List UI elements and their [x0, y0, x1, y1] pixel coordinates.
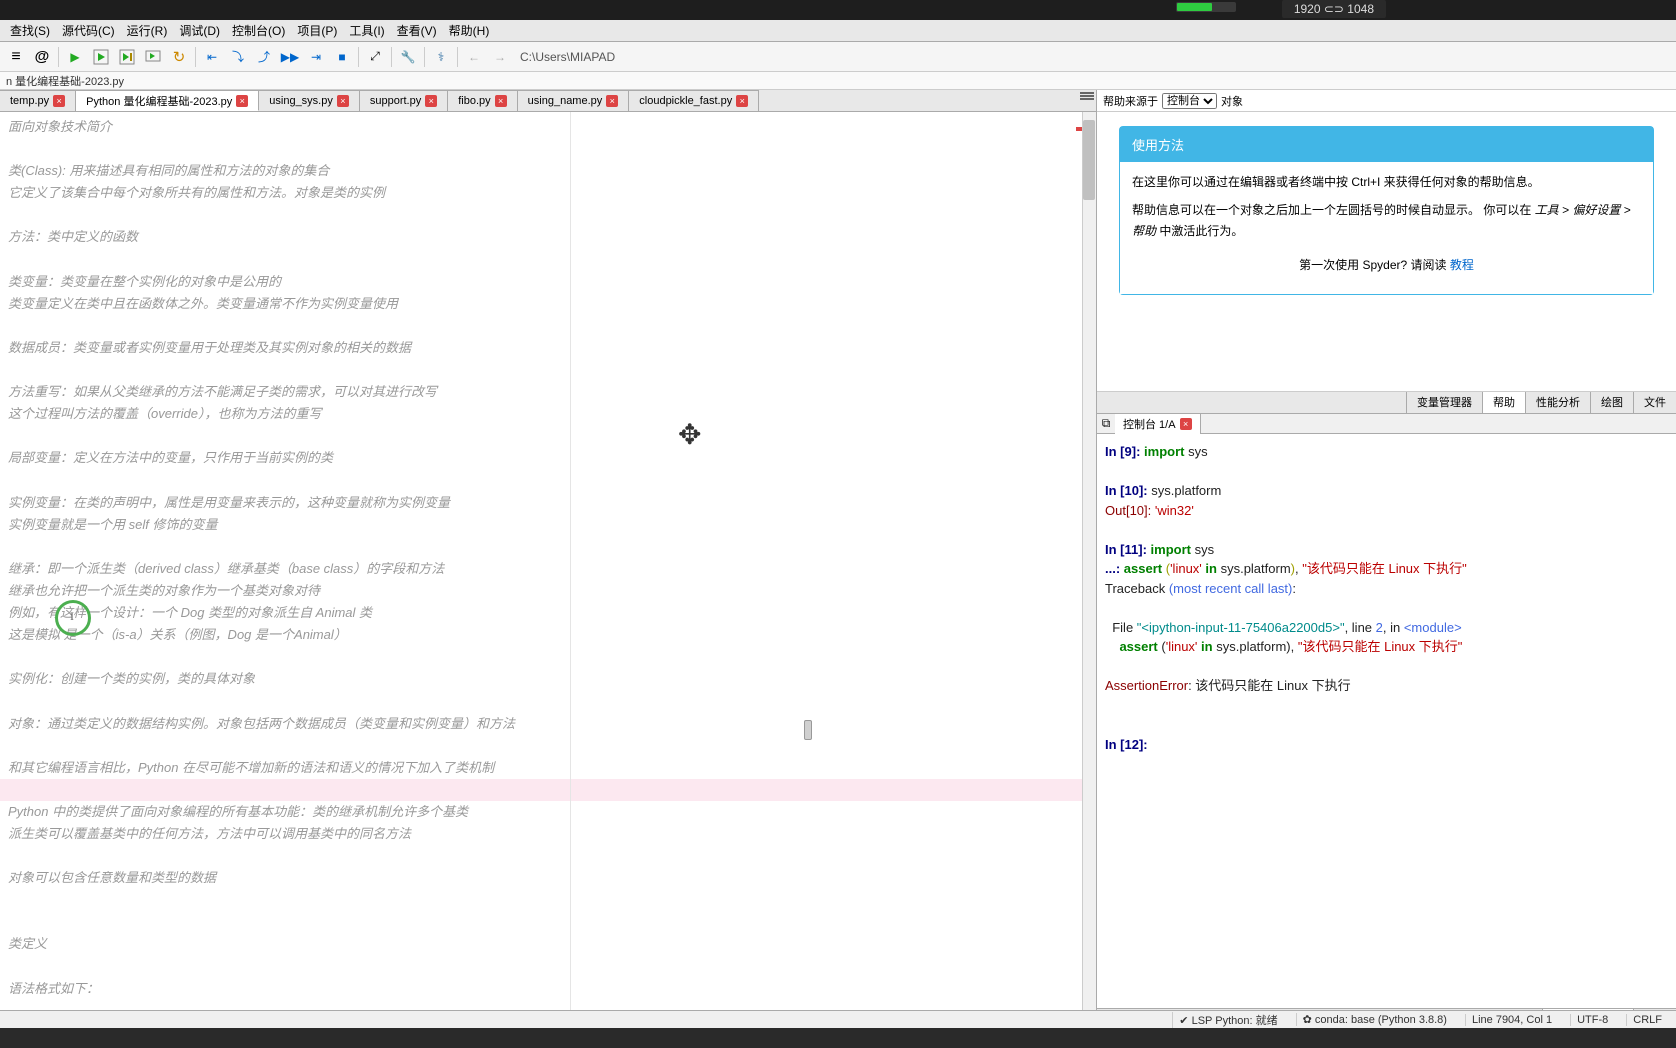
console-tab[interactable]: 控制台 1/A ×	[1115, 414, 1201, 434]
menu-bar: 查找(S)源代码(C)运行(R)调试(D)控制台(O)项目(P)工具(I)查看(…	[0, 20, 1676, 42]
battery-icon	[1176, 2, 1236, 12]
splitter-handle[interactable]	[804, 720, 812, 740]
editor-tab[interactable]: cloudpickle_fast.py×	[629, 90, 759, 111]
debug-step-into-icon[interactable]: ⇤	[200, 45, 224, 69]
forward-icon[interactable]: →	[488, 45, 512, 69]
help-object-label: 对象	[1221, 93, 1243, 109]
tab-close-icon[interactable]: ×	[236, 95, 248, 107]
back-icon[interactable]: ←	[462, 45, 486, 69]
titlebar: 1920 ⊂⊃ 1048	[0, 0, 1676, 20]
editor-tab[interactable]: fibo.py×	[448, 90, 517, 111]
tab-close-icon[interactable]: ×	[53, 95, 65, 107]
run-cell-icon[interactable]	[89, 45, 113, 69]
right-pane-tab[interactable]: 帮助	[1482, 392, 1525, 413]
help-header: 帮助来源于 控制台 对象	[1097, 90, 1676, 112]
tab-close-icon[interactable]: ×	[425, 95, 437, 107]
python-icon[interactable]: ⚕	[429, 45, 453, 69]
help-text-2: 帮助信息可以在一个对象之后加上一个左圆括号的时候自动显示。 你可以在 工具 > …	[1132, 200, 1641, 241]
editor-tab[interactable]: using_sys.py×	[259, 90, 360, 111]
debug-step-out-icon[interactable]: ⤴	[252, 45, 276, 69]
tab-close-icon[interactable]: ×	[495, 95, 507, 107]
help-text-1: 在这里你可以通过在编辑器或者终端中按 Ctrl+I 来获得任何对象的帮助信息。	[1132, 172, 1641, 192]
menu-item[interactable]: 项目(P)	[291, 20, 343, 41]
help-source-label: 帮助来源于	[1103, 93, 1158, 109]
status-encoding: UTF-8	[1570, 1014, 1614, 1026]
wrench-icon[interactable]: 🔧	[396, 45, 420, 69]
editor-pane: temp.py×Python 量化编程基础-2023.py×using_sys.…	[0, 90, 1096, 1028]
help-card-title: 使用方法	[1120, 127, 1653, 162]
tutorial-link[interactable]: 教程	[1450, 258, 1474, 272]
run-icon[interactable]: ▶	[63, 45, 87, 69]
menu-item[interactable]: 查看(V)	[391, 20, 443, 41]
console-tabs-row: ⧉ 控制台 1/A ×	[1097, 414, 1676, 434]
tab-options-icon[interactable]	[1080, 92, 1094, 106]
at-icon[interactable]: @	[30, 45, 54, 69]
rerun-icon[interactable]: ↻	[167, 45, 191, 69]
menu-item[interactable]: 调试(D)	[173, 20, 226, 41]
run-selection-icon[interactable]	[141, 45, 165, 69]
status-eol: CRLF	[1626, 1014, 1668, 1026]
list-icon[interactable]: ≡	[4, 45, 28, 69]
status-line[interactable]: Line 7904, Col 1	[1465, 1014, 1558, 1026]
code-editor[interactable]: 面向对象技术简介 类(Class): 用来描述具有相同的属性和方法的对象的集合它…	[0, 112, 1096, 1028]
right-pane-tab[interactable]: 绘图	[1590, 392, 1633, 413]
debug-step-over-icon[interactable]: ⤵	[226, 45, 250, 69]
working-dir-path[interactable]: C:\Users\MIAPAD	[514, 48, 1672, 66]
status-lsp: ✔ LSP Python: 就绪	[1172, 1012, 1283, 1028]
menu-item[interactable]: 工具(I)	[343, 20, 390, 41]
editor-tab[interactable]: using_name.py×	[518, 90, 630, 111]
menu-item[interactable]: 查找(S)	[4, 20, 56, 41]
help-tutorial: 第一次使用 Spyder? 请阅读 教程	[1132, 255, 1641, 275]
console-expand-icon[interactable]: ⧉	[1097, 416, 1115, 431]
run-cell-advance-icon[interactable]	[115, 45, 139, 69]
editor-tab[interactable]: Python 量化编程基础-2023.py×	[76, 90, 259, 111]
main-toolbar: ≡ @ ▶ ↻ ⇤ ⤵ ⤴ ▶▶ ⇥ ■ ⤢ 🔧 ⚕ ← → C:\Users\…	[0, 42, 1676, 72]
editor-scrollbar[interactable]	[1082, 112, 1096, 1028]
menu-item[interactable]: 控制台(O)	[226, 20, 291, 41]
taskbar	[0, 1028, 1676, 1048]
help-body: 使用方法 在这里你可以通过在编辑器或者终端中按 Ctrl+I 来获得任何对象的帮…	[1097, 112, 1676, 392]
right-pane-tab[interactable]: 文件	[1633, 392, 1676, 413]
console-output[interactable]: In [9]: import sys In [10]: sys.platform…	[1097, 434, 1676, 1008]
right-pane: 帮助来源于 控制台 对象 使用方法 在这里你可以通过在编辑器或者终端中按 Ctr…	[1096, 90, 1676, 1028]
right-pane-tabs: 变量管理器帮助性能分析绘图文件	[1097, 392, 1676, 414]
zoom-icon[interactable]: ⤢	[363, 45, 387, 69]
debug-continue-icon[interactable]: ▶▶	[278, 45, 302, 69]
debug-stop-icon[interactable]: ■	[330, 45, 354, 69]
menu-item[interactable]: 运行(R)	[121, 20, 174, 41]
scroll-markers	[1074, 112, 1082, 1028]
tab-close-icon[interactable]: ×	[337, 95, 349, 107]
debug-next-icon[interactable]: ⇥	[304, 45, 328, 69]
resolution-indicator: 1920 ⊂⊃ 1048	[1282, 0, 1386, 18]
right-pane-tab[interactable]: 性能分析	[1525, 392, 1590, 413]
menu-item[interactable]: 源代码(C)	[56, 20, 121, 41]
right-pane-tab[interactable]: 变量管理器	[1406, 392, 1482, 413]
editor-tab[interactable]: temp.py×	[0, 90, 76, 111]
menu-item[interactable]: 帮助(H)	[443, 20, 496, 41]
console-close-icon[interactable]: ×	[1180, 418, 1192, 430]
status-bar: ✔ LSP Python: 就绪 ✿ conda: base (Python 3…	[0, 1010, 1676, 1028]
editor-tabs: temp.py×Python 量化编程基础-2023.py×using_sys.…	[0, 90, 1096, 112]
editor-tab[interactable]: support.py×	[360, 90, 448, 111]
tab-close-icon[interactable]: ×	[736, 95, 748, 107]
status-conda[interactable]: ✿ conda: base (Python 3.8.8)	[1296, 1013, 1453, 1026]
tab-close-icon[interactable]: ×	[606, 95, 618, 107]
help-source-select[interactable]: 控制台	[1162, 93, 1217, 109]
file-breadcrumb: n 量化编程基础-2023.py	[0, 72, 1676, 90]
